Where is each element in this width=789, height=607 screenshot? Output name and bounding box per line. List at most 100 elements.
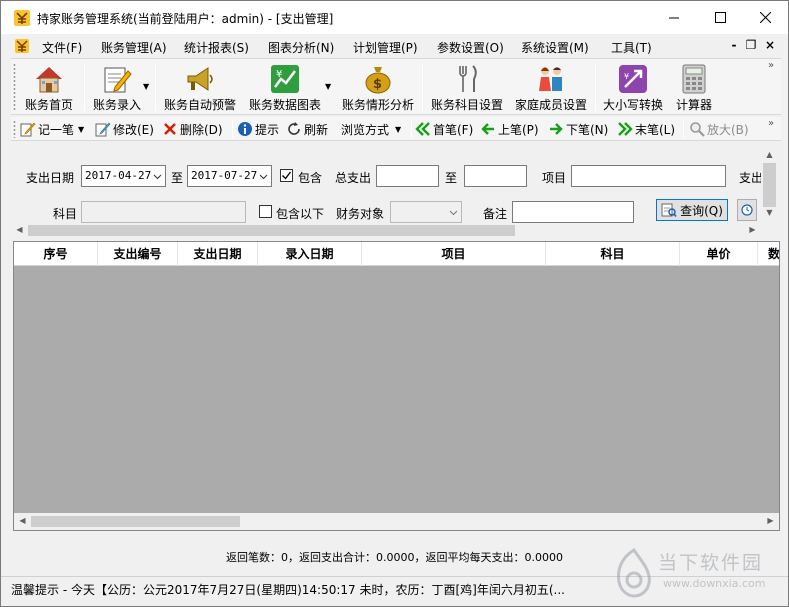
date-label: 支出日期 [26,171,75,185]
scroll-right-icon[interactable]: ▶ [744,225,761,234]
column-header-subject[interactable]: 科目 [546,242,680,266]
total-from-input[interactable] [376,165,439,187]
data-chart-label: 账务数据图表 [248,98,321,112]
zoom-button[interactable]: 放大(B) [689,121,749,137]
menu-reports[interactable]: 统计报表(S) [184,39,249,56]
refresh-button[interactable]: 刷新 [286,121,328,137]
scroll-up-icon[interactable]: ▲ [761,150,778,159]
column-header-entry-date[interactable]: 录入日期 [258,242,362,266]
target-select[interactable] [390,201,462,223]
scroll-thumb[interactable] [31,516,240,527]
record-new-button[interactable]: 记一笔 ▼ [20,121,84,137]
menu-tools[interactable]: 工具(T) [611,39,652,56]
scroll-down-icon[interactable]: ▼ [761,208,778,217]
mdi-app-icon[interactable] [14,38,30,54]
browse-mode-button[interactable]: 浏览方式 ▼ [341,121,401,137]
browse-mode-dropdown-icon[interactable]: ▼ [395,125,401,134]
chevron-down-icon [153,174,162,180]
filter-panel: 支出日期 2017-04-27 至 2017-07-27 包含 总支出 至 项目… [11,148,778,238]
menu-params[interactable]: 参数设置(O) [437,39,504,56]
situation-analysis-label: 账务情形分析 [341,98,414,112]
hint-button[interactable]: 提示 [237,121,279,137]
entry-dropdown-icon[interactable]: ▼ [143,82,149,91]
entry-button[interactable]: 账务录入 [87,61,147,113]
query-icon [661,203,677,217]
scroll-thumb[interactable] [763,163,776,207]
subject-input[interactable] [81,201,246,223]
subject-settings-button[interactable]: 账务科目设置 [427,61,507,113]
record-new-dropdown-icon[interactable]: ▼ [78,125,84,134]
last-record-label: 末笔(L) [635,122,676,137]
column-header-item[interactable]: 项目 [362,242,546,266]
watermark: 当下软件园 www.downxia.com [608,546,783,601]
mdi-close-button[interactable]: × [763,38,777,52]
subject-settings-label: 账务科目设置 [430,98,503,112]
expense-table[interactable]: 序号 支出编号 支出日期 录入日期 项目 科目 单价 数 ◀ ▶ [13,241,780,531]
maximize-button[interactable] [697,1,743,34]
first-record-label: 首笔(F) [433,122,474,137]
next-record-button[interactable]: 下笔(N) [548,121,608,137]
toolbar-grip[interactable] [13,63,16,111]
filter-horizontal-scrollbar[interactable]: ◀ ▶ [11,223,761,238]
column-header-expense-no[interactable]: 支出编号 [98,242,178,266]
scroll-right-icon[interactable]: ▶ [762,516,779,525]
minimize-button[interactable] [651,1,697,34]
filter-vertical-scrollbar[interactable]: ▲ ▼ [761,148,778,223]
close-button[interactable] [742,1,788,34]
last-record-button[interactable]: 末笔(L) [617,121,675,137]
query-button[interactable]: 查询(Q) [656,199,728,221]
calculator-button[interactable]: 计算器 [669,61,719,113]
date-to-label: 至 [171,171,184,185]
remark-input[interactable] [512,201,634,223]
menu-accounts[interactable]: 账务管理(A) [101,39,167,56]
toolbar-separator [595,63,596,111]
menu-plans[interactable]: 计划管理(P) [353,39,418,56]
prev-record-button[interactable]: 上笔(P) [480,121,539,137]
include-below-checkbox[interactable] [259,205,272,218]
watermark-url: www.downxia.com [663,577,766,590]
toolbar-overflow-icon[interactable]: » [768,118,774,129]
date-from-picker[interactable]: 2017-04-27 [81,165,166,187]
menu-charts[interactable]: 图表分析(N) [268,39,334,56]
total-to-input[interactable] [464,165,527,187]
delete-button[interactable]: 删除(D) [162,121,223,137]
situation-analysis-button[interactable]: $ 账务情形分析 [337,61,419,113]
target-label: 财务对象 [336,207,385,221]
first-record-button[interactable]: 首笔(F) [415,121,473,137]
scroll-thumb[interactable] [28,225,515,236]
data-chart-button[interactable]: ¥ 账务数据图表 [244,61,326,113]
auto-warning-button[interactable]: 账务自动预警 [160,61,240,113]
family-icon [539,67,562,91]
table-horizontal-scrollbar[interactable]: ◀ ▶ [14,513,779,530]
column-header-quantity[interactable]: 数 [758,242,779,266]
home-button[interactable]: 账务首页 [19,61,79,113]
app-logo-icon [14,10,30,26]
title-bar[interactable]: 持家账务管理系统(当前登陆用户：admin) - [支出管理] [1,1,788,34]
app-window: 持家账务管理系统(当前登陆用户：admin) - [支出管理] 文件(F) 账务… [0,0,789,607]
mdi-restore-button[interactable]: ❐ [744,38,758,52]
modify-button[interactable]: 修改(E) [95,121,154,137]
prev-icon [481,123,494,135]
clock-button[interactable] [737,199,757,221]
scroll-left-icon[interactable]: ◀ [14,516,31,525]
toolbar-overflow-icon[interactable]: » [768,60,774,71]
toolbar-separator [155,63,156,111]
mdi-minimize-button[interactable]: - [727,38,741,52]
toolbar-grip[interactable] [13,120,16,138]
menu-system[interactable]: 系统设置(M) [521,39,589,56]
date-to-picker[interactable]: 2017-07-27 [187,165,272,187]
column-header-expense-date[interactable]: 支出日期 [178,242,258,266]
menu-file[interactable]: 文件(F) [42,39,82,56]
scroll-left-icon[interactable]: ◀ [11,225,28,234]
main-toolbar: 账务首页 账务录入 ▼ 账务自动预警 ¥ 账务数据图表 ▼ $ 账务情形分析 账… [11,58,781,115]
column-header-unit-price[interactable]: 单价 [680,242,758,266]
case-convert-button[interactable]: ¥ 大小写转换 [600,61,666,113]
zoom-label: 放大(B) [707,122,749,137]
chart-dropdown-icon[interactable]: ▼ [325,82,331,91]
column-header-index[interactable]: 序号 [14,242,98,266]
case-convert-label: 大小写转换 [602,98,663,112]
include-checkbox[interactable] [280,169,293,182]
auto-warning-label: 账务自动预警 [163,98,236,112]
family-settings-button[interactable]: 家庭成员设置 [511,61,591,113]
item-input[interactable] [571,165,726,187]
